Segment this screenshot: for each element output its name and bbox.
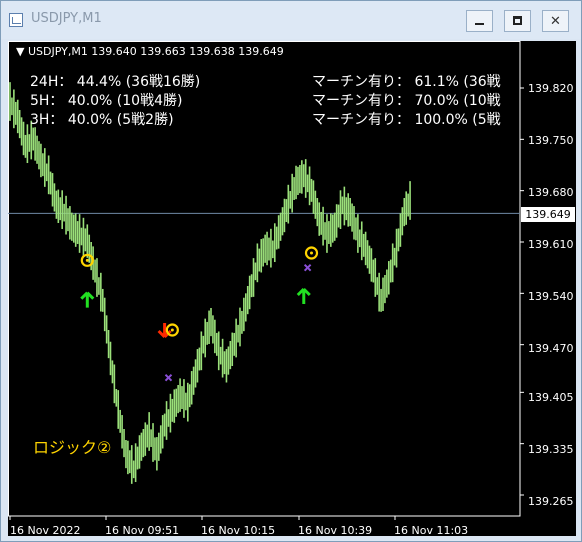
current-price-tag: 139.649 bbox=[521, 207, 575, 222]
symbol-info: ▼ USDJPY,M1 139.640 139.663 139.638 139.… bbox=[16, 45, 284, 58]
y-tick-label: 139.540 bbox=[528, 290, 574, 303]
maximize-button[interactable] bbox=[504, 10, 531, 32]
stats-line-3h: 3H： 40.0% (5戦2勝) bbox=[30, 112, 174, 128]
title-bar[interactable]: USDJPY,M1 ✕ bbox=[1, 1, 581, 39]
y-tick-label: 139.820 bbox=[528, 82, 574, 95]
y-tick-label: 139.750 bbox=[528, 134, 574, 147]
minimize-button[interactable] bbox=[466, 10, 493, 32]
martin-stats-24h: マーチン有り： 61.1% (36戦 bbox=[312, 74, 501, 90]
x-tick-label: 16 Nov 09:51 bbox=[105, 524, 180, 537]
y-tick-label: 139.470 bbox=[528, 342, 574, 355]
x-mark-icon bbox=[303, 263, 312, 272]
martin-stats-5h: マーチン有り： 70.0% (10戦 bbox=[312, 93, 501, 109]
stats-line-5h: 5H： 40.0% (10戦4勝) bbox=[30, 93, 183, 109]
y-tick-label: 139.335 bbox=[528, 443, 574, 456]
x-tick-label: 16 Nov 10:15 bbox=[201, 524, 276, 537]
symbol-dropdown-icon[interactable]: ▼ bbox=[16, 45, 28, 58]
close-button[interactable]: ✕ bbox=[542, 10, 569, 32]
logic-label: ロジック② bbox=[33, 438, 112, 457]
x-tick-label: 16 Nov 10:39 bbox=[298, 524, 373, 537]
signal-circle-dot bbox=[85, 258, 89, 262]
y-tick-label: 139.405 bbox=[528, 391, 574, 404]
signal-circle-dot bbox=[170, 328, 174, 332]
window-title: USDJPY,M1 bbox=[31, 11, 102, 26]
price-chart[interactable]: ▼ USDJPY,M1 139.640 139.663 139.638 139.… bbox=[8, 41, 576, 537]
close-icon: ✕ bbox=[550, 13, 561, 29]
martin-stats-3h: マーチン有り： 100.0% (5戦 bbox=[312, 112, 501, 128]
x-tick-label: 16 Nov 11:03 bbox=[394, 524, 469, 537]
y-tick-label: 139.680 bbox=[528, 186, 574, 199]
up-arrow-icon bbox=[80, 291, 95, 308]
chart-window: USDJPY,M1 ✕ ▼ USDJPY,M1 139.640 139.663 … bbox=[0, 0, 582, 542]
chart-window-icon bbox=[9, 13, 23, 27]
x-mark-icon bbox=[164, 373, 173, 382]
x-tick-label: 16 Nov 2022 bbox=[10, 524, 81, 537]
symbol-ohlc: USDJPY,M1 139.640 139.663 139.638 139.64… bbox=[27, 45, 284, 58]
up-arrow-icon bbox=[296, 287, 311, 304]
stats-line-24h: 24H： 44.4% (36戦16勝) bbox=[30, 74, 201, 90]
maximize-icon bbox=[513, 16, 522, 25]
y-tick-label: 139.265 bbox=[528, 495, 574, 508]
signal-circle-dot bbox=[310, 251, 313, 255]
y-tick-label: 139.610 bbox=[528, 238, 574, 251]
minimize-icon bbox=[475, 23, 484, 25]
